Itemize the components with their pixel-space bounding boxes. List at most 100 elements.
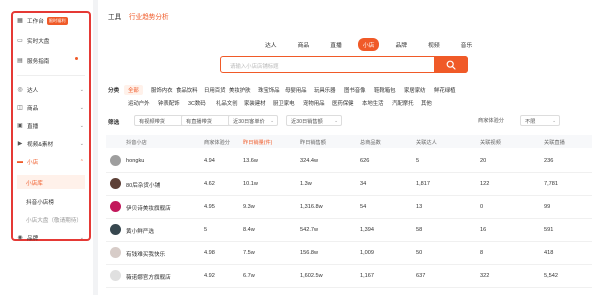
sidebar-item-label: 商品: [27, 105, 39, 112]
shop-name[interactable]: hongku: [126, 158, 144, 164]
tab-brand[interactable]: 品牌: [390, 38, 412, 51]
category-chip[interactable]: 本地生活: [362, 99, 384, 107]
column-header[interactable]: 关联视频: [480, 139, 501, 146]
tab-live[interactable]: 直播: [325, 38, 347, 51]
category-tabs: 达人 商品 直播 小店 品牌 视频 音乐: [260, 38, 488, 51]
category-chip[interactable]: 家居家纺: [404, 86, 426, 94]
category-chip[interactable]: 厨卫家电: [273, 99, 295, 107]
search-placeholder: 请输入小店店铺标题: [230, 64, 279, 70]
cell-products: 1,394: [360, 227, 374, 233]
category-chip[interactable]: 图书音像: [344, 86, 366, 94]
category-chip[interactable]: 运动户外: [128, 99, 150, 107]
cell-creators: 50: [416, 250, 423, 256]
sidebar-item-products[interactable]: ◫ 商品 ⌄: [17, 102, 87, 113]
sidebar-item-label: 服务指南: [27, 58, 50, 65]
table-header: [106, 135, 592, 148]
sidebar-item-live[interactable]: ▣ 直播 ⌄: [17, 120, 87, 131]
column-header[interactable]: 总商品数: [360, 139, 381, 146]
row-divider: [106, 195, 592, 196]
tab-products[interactable]: 商品: [293, 38, 315, 51]
cell-sales: 7.5w: [243, 250, 255, 256]
cell-sales: 8.4w: [243, 227, 255, 233]
shop-name[interactable]: 薇诺娜官方旗舰店: [126, 273, 171, 281]
row-divider: [106, 241, 592, 242]
category-chip[interactable]: 3C数码: [188, 99, 206, 107]
category-chip[interactable]: 服饰内衣: [151, 86, 173, 94]
column-header[interactable]: 昨日销量(件): [243, 139, 272, 146]
shop-name[interactable]: 黄小鲜严选: [126, 227, 154, 235]
cell-score: 4.95: [204, 204, 215, 210]
cell-score: 4.94: [204, 158, 215, 164]
sidebar-item-shop[interactable]: ▬ 小店 ⌃: [17, 156, 87, 167]
category-chip[interactable]: 钟表配饰: [158, 99, 180, 107]
shop-avatar[interactable]: [110, 247, 121, 258]
column-header[interactable]: 商家体验分: [204, 139, 230, 146]
select-video-sales[interactable]: 有视频带货: [134, 115, 184, 126]
sidebar-item-label: 视频&素材: [27, 141, 54, 148]
select-live-sales[interactable]: 有直播带货: [181, 115, 231, 126]
monitor-icon: ▭: [17, 38, 23, 44]
sidebar-item-video[interactable]: ▶ 视频&素材 ⌄: [17, 138, 87, 149]
category-chip[interactable]: 鲜花绿植: [434, 86, 456, 94]
tab-music[interactable]: 音乐: [456, 38, 478, 51]
shop-avatar[interactable]: [110, 178, 121, 189]
shop-name[interactable]: 80后杂货小铺: [126, 181, 160, 189]
shop-avatar[interactable]: [110, 155, 121, 166]
shop-avatar[interactable]: [110, 270, 121, 281]
sidebar-item-label: 实时大盘: [27, 38, 50, 45]
category-chip[interactable]: 全部: [124, 85, 143, 95]
breadcrumb-section[interactable]: 工具: [108, 14, 121, 21]
sidebar-item-brand[interactable]: ◉ 品牌 ⌄: [17, 232, 87, 243]
tab-creators[interactable]: 达人: [260, 38, 282, 51]
category-chip[interactable]: 汽配摩托: [392, 99, 414, 107]
shop-avatar[interactable]: [110, 201, 121, 212]
category-chip[interactable]: 珠宝饰品: [258, 86, 280, 94]
cell-revenue: 1.3w: [300, 181, 312, 187]
cell-lives: 236: [544, 158, 554, 164]
sidebar-sub-item-shop-library[interactable]: 小店库: [26, 179, 43, 187]
category-chip[interactable]: 母婴用品: [285, 86, 307, 94]
search-input[interactable]: 请输入小店店铺标题: [220, 56, 468, 73]
column-header[interactable]: 关联达人: [416, 139, 437, 146]
sidebar-item-realtime[interactable]: ▭ 实时大盘: [17, 35, 87, 46]
category-chip[interactable]: 家装建材: [244, 99, 266, 107]
sidebar-item-creators[interactable]: ◎ 达人 ⌄: [17, 84, 87, 95]
select-avg-price[interactable]: 近30日客单价 ⌄: [228, 115, 278, 126]
tab-shop[interactable]: 小店: [357, 38, 380, 51]
shop-name[interactable]: 伊贝诗美妆旗舰店: [126, 204, 171, 212]
cell-sales: 9.3w: [243, 204, 255, 210]
cell-revenue: 156.8w: [300, 250, 319, 256]
column-header[interactable]: 昨日销售额: [300, 139, 326, 146]
category-chip[interactable]: 礼品文创: [216, 99, 238, 107]
category-chip[interactable]: 宠物用品: [303, 99, 325, 107]
category-chip[interactable]: 医药保健: [332, 99, 354, 107]
sidebar-item-workbench[interactable]: ▦ 工作台 限时福利: [17, 15, 87, 26]
select-revenue[interactable]: 近30日销售额 ⌄: [286, 115, 342, 126]
shop-avatar[interactable]: [110, 224, 121, 235]
shop-name[interactable]: 有钱难买我快乐: [126, 250, 165, 258]
category-chip[interactable]: 食品饮料: [176, 86, 198, 94]
category-chip[interactable]: 美妆护肤: [229, 86, 251, 94]
tv-icon: ▣: [17, 123, 23, 129]
row-divider: [106, 218, 592, 219]
chevron-up-icon: ⌃: [79, 158, 84, 165]
bag-icon: ◫: [17, 105, 23, 111]
cell-score: 5: [204, 227, 208, 233]
sidebar-item-service[interactable]: ▤ 服务指南: [17, 55, 87, 66]
sidebar-item-label: 直播: [27, 123, 39, 130]
cell-sales: 13.6w: [243, 158, 258, 164]
sidebar-item-label: 小店: [27, 159, 39, 166]
cell-lives: 5,542: [544, 273, 558, 279]
cell-videos: 8: [480, 250, 484, 256]
column-header[interactable]: 关联直播: [544, 139, 565, 146]
cell-videos: 322: [480, 273, 490, 279]
sidebar-sub-item-shop-ranking[interactable]: 抖音小店榜: [26, 198, 54, 206]
cell-videos: 0: [480, 204, 484, 210]
category-chip[interactable]: 其他: [421, 99, 432, 107]
category-chip[interactable]: 日用百货: [204, 86, 226, 94]
tab-video[interactable]: 视频: [423, 38, 445, 51]
category-chip[interactable]: 玩具乐器: [314, 86, 336, 94]
category-chip[interactable]: 鞋靴箱包: [374, 86, 396, 94]
search-button[interactable]: [434, 56, 468, 73]
select-experience-score[interactable]: 不限 ⌄: [520, 115, 560, 126]
